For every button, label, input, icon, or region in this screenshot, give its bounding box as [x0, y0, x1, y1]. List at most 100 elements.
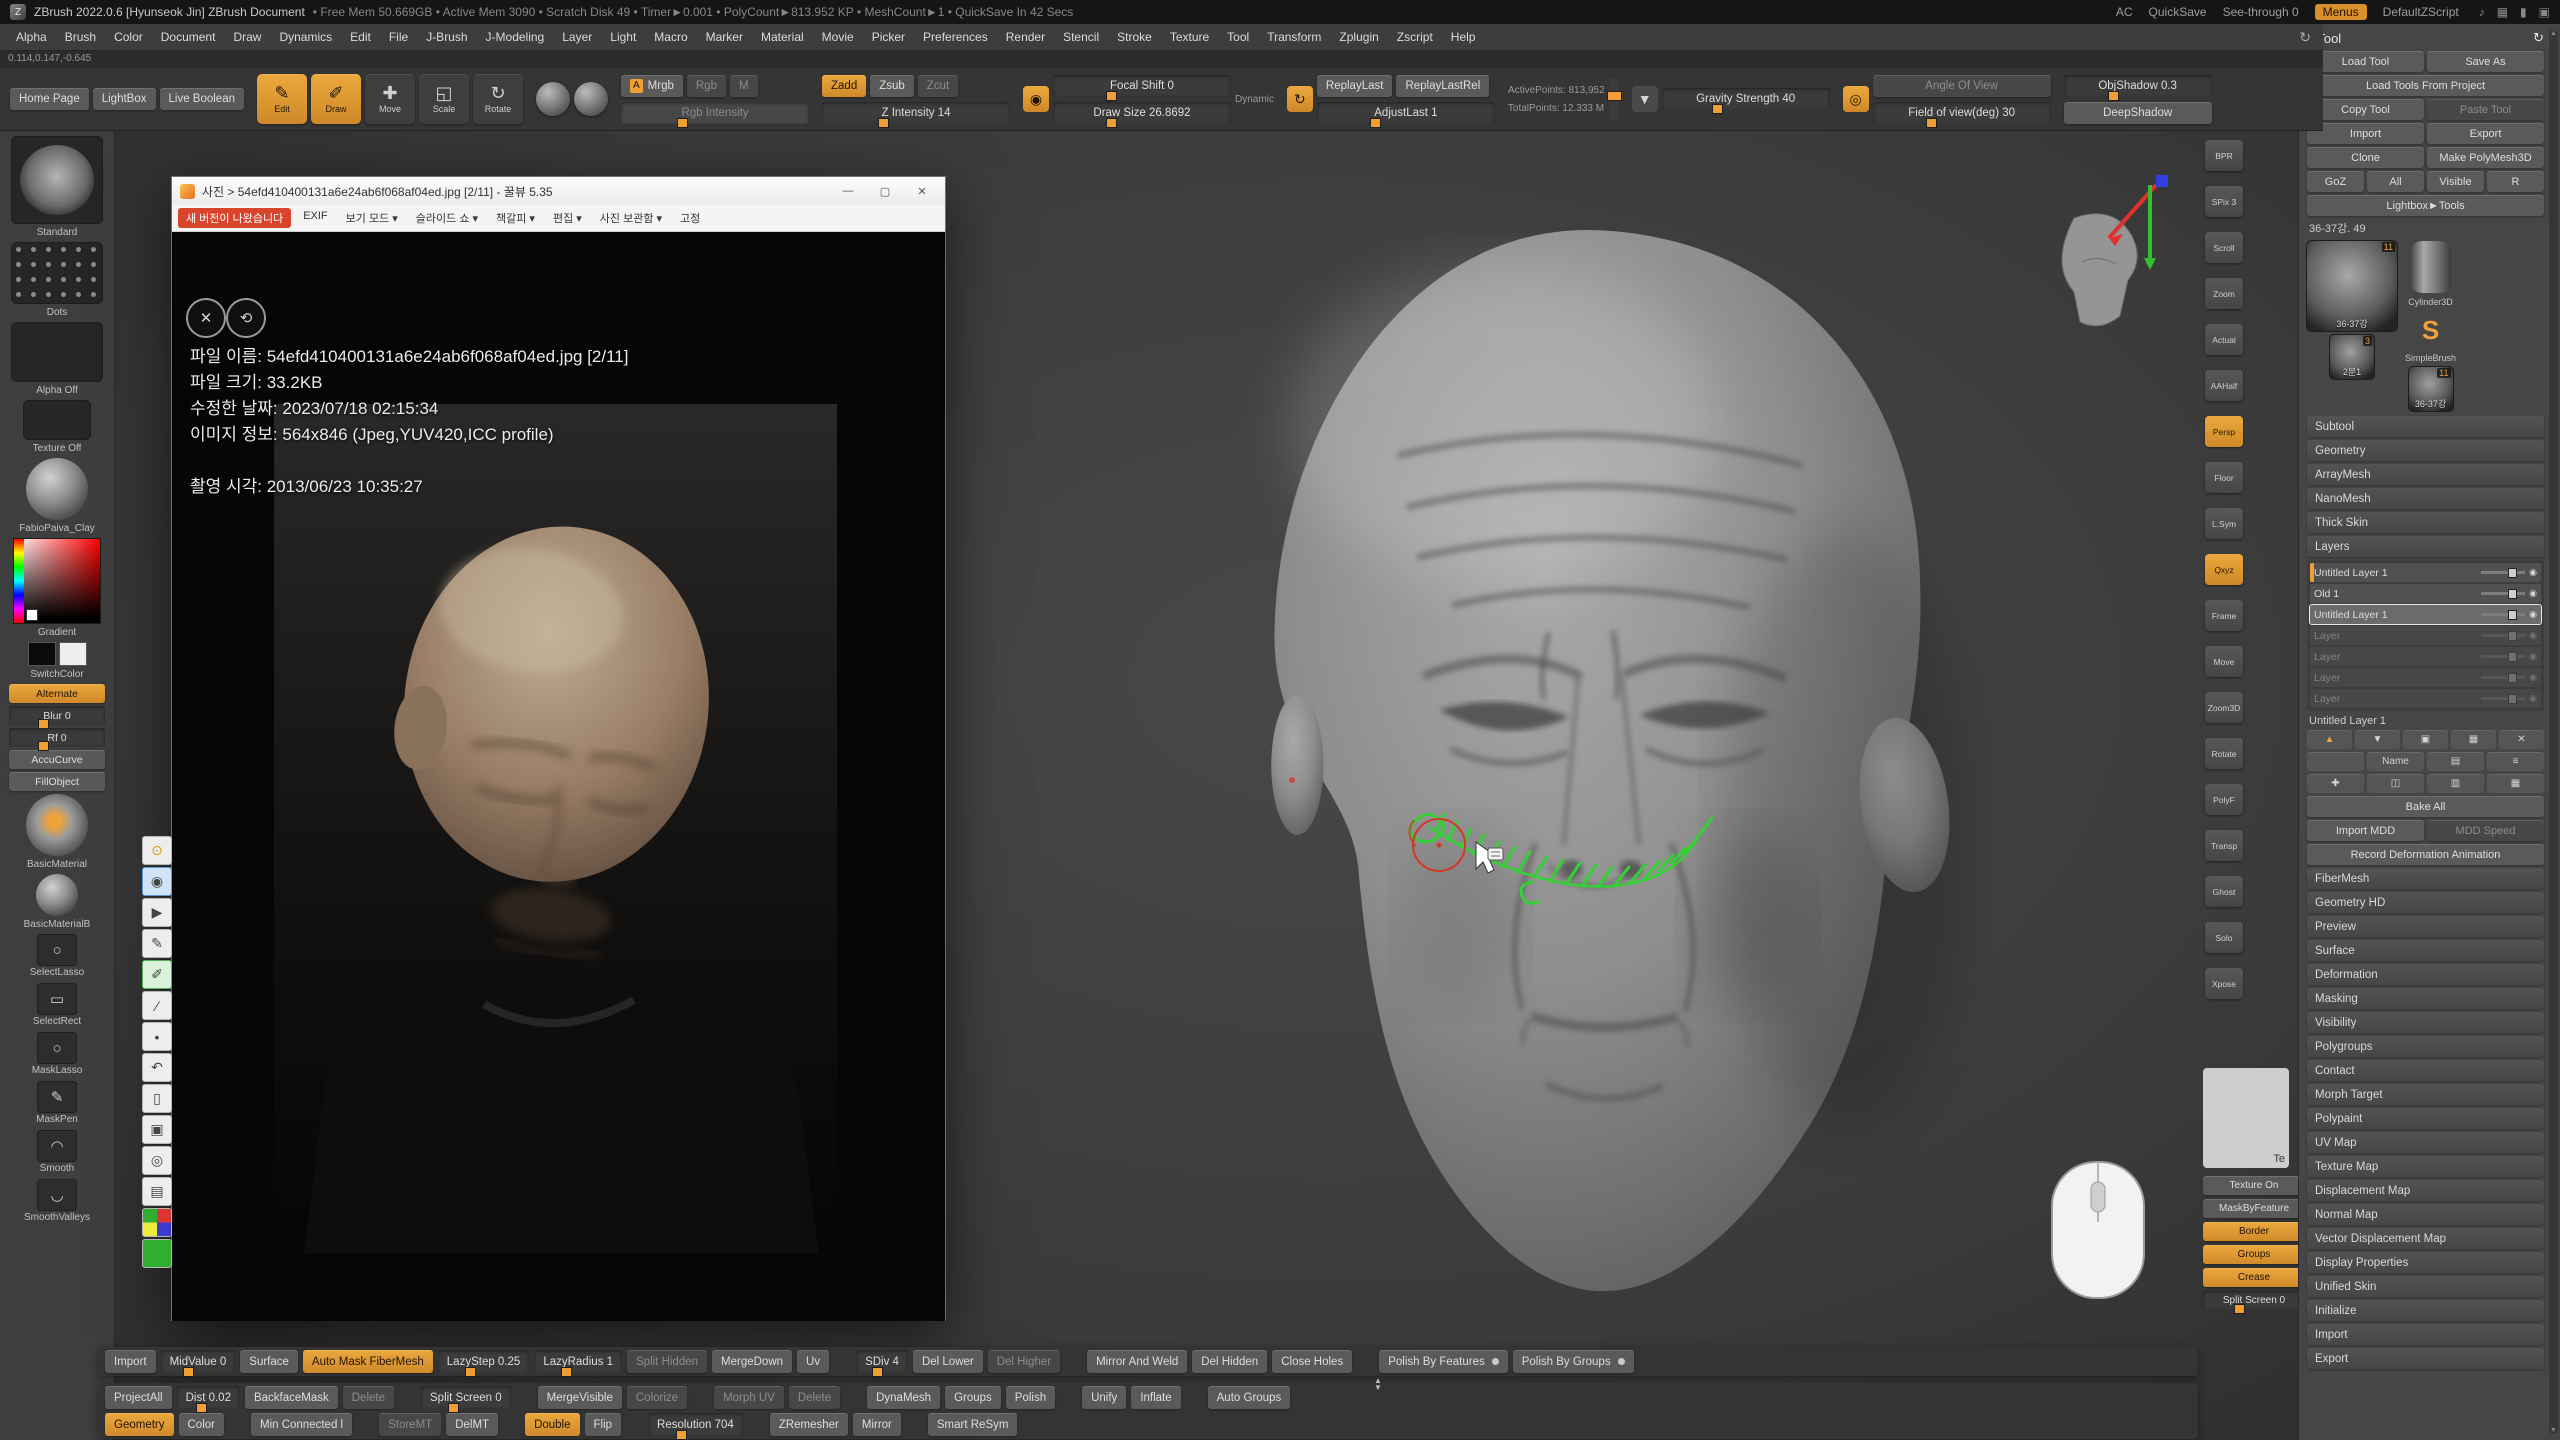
tool-panel-button[interactable]: Visible [2427, 171, 2484, 192]
layer-row[interactable]: Layer ◉ [2310, 668, 2541, 687]
gravity-strength-slider[interactable]: Gravity Strength 40 [1662, 88, 1830, 110]
palette-section[interactable]: Normal Map [2307, 1204, 2544, 1225]
bottom-button[interactable]: Del Higher [988, 1350, 1060, 1373]
draw-size-icon[interactable]: ◉ [1023, 86, 1049, 112]
menu-item[interactable]: J-Brush [418, 27, 475, 47]
active-tool-thumbnail[interactable]: 11 36-37강 [2307, 241, 2397, 331]
alpha-thumbnail[interactable] [11, 322, 103, 382]
maximize-button[interactable]: ▢ [870, 180, 900, 202]
sidebar-tool[interactable]: ◠ Smooth [37, 1130, 77, 1175]
bottom-button[interactable]: Flip [585, 1413, 622, 1436]
layer-row[interactable]: Untitled Layer 1 ◉ [2310, 563, 2541, 582]
bottom-button[interactable]: Delete [789, 1386, 840, 1409]
bake-all-button[interactable]: Bake All [2307, 796, 2544, 817]
menu-item[interactable]: Color [106, 27, 151, 47]
scale-mode-button[interactable]: ◱ Scale [419, 74, 469, 124]
layer-up-icon[interactable]: ▲ [2307, 730, 2352, 749]
eye-icon[interactable]: ◉ [142, 867, 172, 896]
palette-section[interactable]: Morph Target [2307, 1084, 2544, 1105]
bottom-button[interactable]: Polish By Features [1379, 1350, 1508, 1373]
photo-menu-item[interactable]: 슬라이드 쇼 ▾ [409, 208, 485, 228]
green-swatch-icon[interactable] [142, 1239, 172, 1268]
sidebar-button[interactable]: AccuCurve [9, 750, 105, 769]
menu-item[interactable]: Light [602, 27, 644, 47]
material-preview-icon[interactable] [574, 82, 608, 116]
layers-section-header[interactable]: Layers [2307, 536, 2544, 557]
lightbox-tools-button[interactable]: Lightbox►Tools [2307, 195, 2544, 216]
menu-item[interactable]: Stroke [1109, 27, 1160, 47]
bottom-button[interactable]: Split Screen 0 [421, 1386, 511, 1409]
bottom-button[interactable]: MergeDown [712, 1350, 792, 1373]
layer-intensity-slider[interactable] [2481, 571, 2525, 574]
bottom-button[interactable]: Auto Groups [1208, 1386, 1291, 1409]
photo-menu-item[interactable]: 책갈피 ▾ [489, 208, 542, 228]
bottom-button[interactable]: LazyStep 0.25 [438, 1350, 530, 1373]
palette-section[interactable]: Thick Skin [2307, 512, 2544, 533]
tool-panel-button[interactable]: Load Tool [2307, 51, 2424, 72]
sidebar-tool[interactable]: ○ SelectLasso [30, 934, 84, 979]
bottom-button[interactable]: Groups [945, 1386, 1001, 1409]
sidebar-tool[interactable]: ✎ MaskPen [36, 1081, 78, 1126]
layer-merge-icon[interactable]: ▦ [2451, 730, 2496, 749]
bottom-button[interactable]: MidValue 0 [161, 1350, 236, 1373]
layer-visibility-icon[interactable]: ◉ [2529, 567, 2537, 578]
sidebar-tool[interactable]: ▭ SelectRect [33, 983, 81, 1028]
layer-delete-icon[interactable]: ✕ [2499, 730, 2544, 749]
bottom-button[interactable]: Resolution 704 [648, 1413, 743, 1436]
tray-button[interactable]: MaskByFeature [2203, 1199, 2305, 1218]
layer-name-button[interactable]: Name [2367, 752, 2424, 771]
bottom-button[interactable]: DynaMesh [867, 1386, 940, 1409]
layer-intensity-slider[interactable] [2481, 676, 2525, 679]
volume-icon[interactable]: ♪ [2479, 5, 2485, 19]
shelf-button[interactable]: Solo [2205, 922, 2243, 953]
shelf-button[interactable]: BPR [2205, 140, 2243, 171]
keyboard-icon[interactable]: ▦ [2497, 5, 2508, 19]
bottom-button[interactable]: Morph UV [714, 1386, 784, 1409]
layer-options-icon[interactable]: ▦ [2487, 774, 2544, 793]
tool-panel-button[interactable]: Paste Tool [2427, 99, 2544, 120]
close-button[interactable]: ✕ [907, 180, 937, 202]
mdd-button[interactable]: Import MDD [2307, 820, 2424, 841]
bottom-button[interactable]: Color [179, 1413, 224, 1436]
panel-scrollbar[interactable] [2549, 30, 2558, 1434]
bottom-button[interactable]: ProjectAll [105, 1386, 172, 1409]
palette-section[interactable]: Visibility [2307, 1012, 2544, 1033]
fov-slider[interactable]: Field of view(deg) 30 [1873, 102, 2051, 124]
menu-item[interactable]: J-Modeling [478, 27, 553, 47]
palette-section[interactable]: Surface [2307, 940, 2544, 961]
points-slider[interactable] [1609, 78, 1619, 120]
sidebar-button[interactable]: FillObject [9, 772, 105, 791]
palette-section[interactable]: Unified Skin [2307, 1276, 2544, 1297]
bottom-button[interactable]: BackfaceMask [245, 1386, 338, 1409]
tool-panel-button[interactable]: Copy Tool [2307, 99, 2424, 120]
bottom-button[interactable]: Polish [1006, 1386, 1055, 1409]
menu-item[interactable]: Dynamics [271, 27, 340, 47]
menu-item[interactable]: Marker [698, 27, 751, 47]
tool-panel-button[interactable]: Export [2427, 123, 2544, 144]
tool-panel-button[interactable]: Make PolyMesh3D [2427, 147, 2544, 168]
tool-panel-button[interactable]: All [2367, 171, 2424, 192]
tool-panel-button[interactable]: GoZ [2307, 171, 2364, 192]
palette-section[interactable]: Polygroups [2307, 1036, 2544, 1057]
palette-section[interactable]: Geometry HD [2307, 892, 2544, 913]
menu-item[interactable]: Draw [225, 27, 269, 47]
menu-item[interactable]: Transform [1259, 27, 1329, 47]
rgb-button[interactable]: Rgb [687, 75, 726, 97]
sidebar-button[interactable]: Alternate [9, 684, 105, 703]
tray-button[interactable]: Texture On [2203, 1176, 2305, 1195]
lightbox-button[interactable]: LightBox [93, 88, 156, 110]
menu-item[interactable]: Material [753, 27, 812, 47]
cylinder-tool-thumbnail[interactable] [2411, 241, 2451, 293]
menu-item[interactable]: Macro [646, 27, 695, 47]
edit-mode-button[interactable]: ✎ Edit [257, 74, 307, 124]
shelf-button[interactable]: SPix 3 [2205, 186, 2243, 217]
shelf-button[interactable]: AAHalf [2205, 370, 2243, 401]
palette-section[interactable]: Display Properties [2307, 1252, 2544, 1273]
layer-row[interactable]: Untitled Layer 1 ◉ [2310, 605, 2541, 624]
palette-section[interactable]: Polypaint [2307, 1108, 2544, 1129]
palette-section[interactable]: Texture Map [2307, 1156, 2544, 1177]
minimize-button[interactable]: — [833, 180, 863, 202]
zadd-button[interactable]: Zadd [822, 75, 866, 97]
live-boolean-button[interactable]: Live Boolean [160, 88, 245, 110]
tool-panel-button[interactable]: Save As [2427, 51, 2544, 72]
